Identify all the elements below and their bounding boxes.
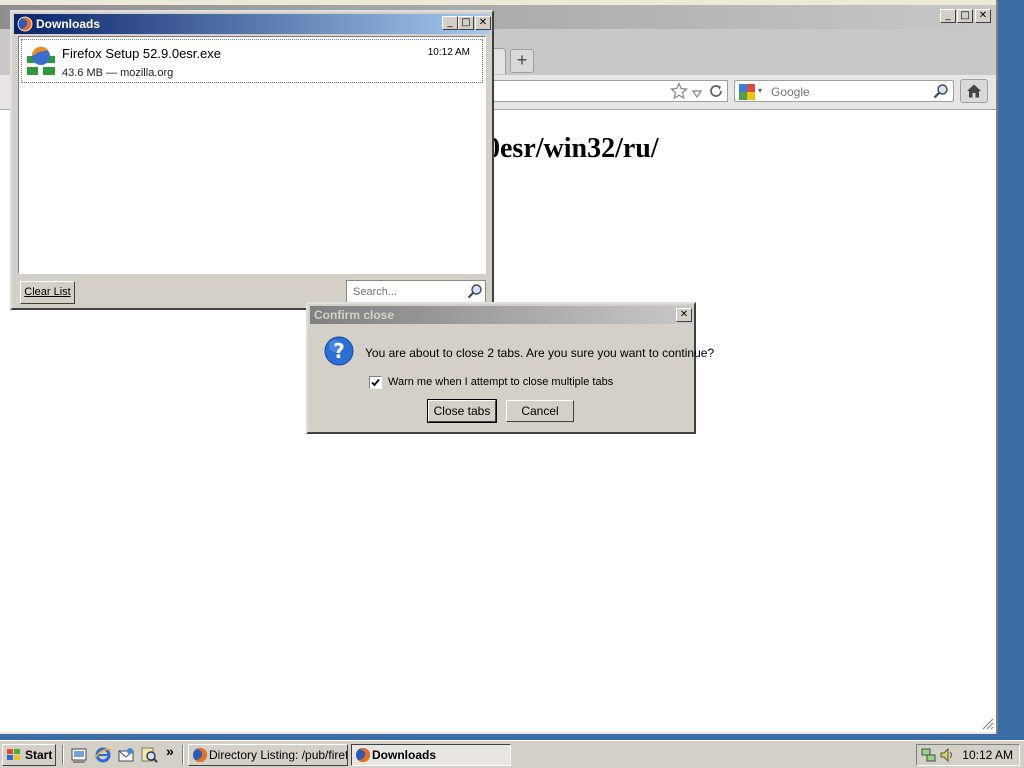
installer-icon [26,46,56,79]
start-label: Start [25,748,53,762]
taskbar-separator [182,745,184,765]
firefox-icon [17,16,33,35]
downloads-close-button[interactable]: ✕ [475,16,491,30]
taskbar-clock[interactable]: 10:12 AM [962,748,1013,762]
network-icon[interactable] [921,747,937,766]
star-icon[interactable] [670,82,688,103]
downloads-search-field[interactable] [346,280,486,303]
system-tray: 10:12 AM [916,744,1020,766]
taskbar: Start » Directory Listing: /pub/firef...… [0,740,1024,768]
show-desktop-icon[interactable] [70,746,88,764]
taskbar-separator [62,745,64,765]
checkmark-icon [371,378,380,387]
web-search-bar[interactable]: ▾ Google [734,80,954,102]
downloads-maximize-button[interactable]: □ [458,16,474,30]
reload-icon[interactable] [708,83,724,102]
dropdown-arrow-icon[interactable] [691,87,703,101]
search-icon[interactable] [467,283,483,302]
warn-multiple-tabs-label[interactable]: Warn me when I attempt to close multiple… [388,376,613,388]
close-tabs-button[interactable]: Close tabs [427,399,497,423]
url-bar[interactable] [480,80,728,102]
windows-logo-icon [6,748,22,768]
cancel-button[interactable]: Cancel [506,400,574,422]
search-files-icon[interactable] [140,746,158,764]
new-tab-button[interactable]: + [510,49,534,73]
confirm-close-dialog: Confirm close ✕ ? You are about to close… [306,302,714,434]
resize-grip-icon[interactable] [980,716,994,730]
browser-close-button[interactable]: ✕ [975,9,991,23]
download-filename: Firefox Setup 52.9.0esr.exe [62,46,221,61]
home-button[interactable] [960,79,988,103]
search-placeholder: Google [771,85,810,99]
volume-icon[interactable] [939,747,955,766]
confirm-message: You are about to close 2 tabs. Are you s… [365,346,715,360]
page-heading: 0esr/win32/ru/ [486,133,659,164]
home-icon [966,83,982,102]
downloads-search-input[interactable] [351,283,461,300]
warn-multiple-tabs-checkbox[interactable] [369,376,382,389]
downloads-window: Downloads _ □ ✕ Firefox Setup 52.9.0esr.… [10,10,494,310]
confirm-titlebar[interactable]: Confirm close ✕ [310,306,692,324]
browser-minimize-button[interactable]: _ [940,9,956,23]
firefox-icon [355,747,371,765]
search-icon[interactable] [933,83,949,102]
confirm-title: Confirm close [314,308,395,322]
clear-list-button[interactable]: Clear List [20,281,75,304]
downloads-list[interactable]: Firefox Setup 52.9.0esr.exe 43.6 MB — mo… [18,36,486,274]
internet-explorer-icon[interactable] [94,746,112,764]
browser-maximize-button[interactable]: □ [957,9,973,23]
task-directory-listing[interactable]: Directory Listing: /pub/firef... [188,744,348,766]
download-item[interactable]: Firefox Setup 52.9.0esr.exe 43.6 MB — mo… [21,39,483,83]
download-status: 43.6 MB — mozilla.org [62,67,174,79]
svg-text:?: ? [333,339,345,363]
download-time: 10:12 AM [427,47,470,58]
task-label: Downloads [372,748,437,762]
outlook-express-icon[interactable] [117,746,135,764]
downloads-title: Downloads [36,17,101,31]
firefox-icon [192,747,208,765]
task-downloads[interactable]: Downloads [351,744,511,766]
confirm-close-button[interactable]: ✕ [676,308,692,322]
google-icon[interactable] [739,84,755,103]
task-label: Directory Listing: /pub/firef... [209,748,348,762]
engine-dropdown-icon[interactable]: ▾ [758,86,762,95]
quicklaunch-overflow-icon[interactable]: » [166,743,174,759]
downloads-minimize-button[interactable]: _ [442,16,458,30]
start-button[interactable]: Start [2,744,56,766]
question-icon: ? [324,336,354,369]
downloads-titlebar[interactable]: Downloads _ □ ✕ [14,14,491,35]
